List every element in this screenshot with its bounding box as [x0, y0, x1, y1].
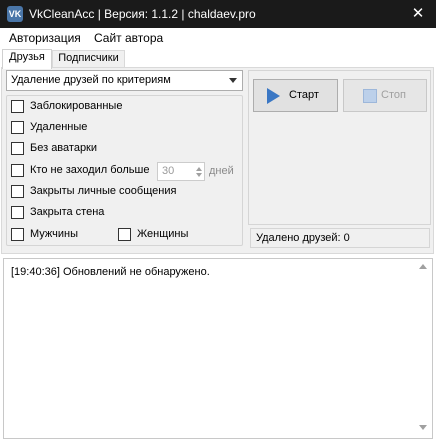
deleted-count-text: Удалено друзей: 0 — [256, 232, 350, 244]
days-unit-label: дней — [209, 165, 234, 177]
start-button-label: Старт — [289, 89, 319, 101]
checkbox-box[interactable] — [118, 228, 131, 241]
stop-button[interactable]: Стоп — [343, 79, 427, 112]
checkbox-box[interactable] — [11, 142, 24, 155]
tab-subscribers[interactable]: Подписчики — [52, 50, 125, 68]
log-textarea[interactable]: [19:40:36] Обновлений не обнаружено. — [3, 258, 433, 439]
checkbox-label: Кто не заходил больше — [30, 164, 150, 176]
close-button[interactable]: ✕ — [400, 0, 436, 28]
checkbox-box[interactable] — [11, 185, 24, 198]
checkbox-box[interactable] — [11, 206, 24, 219]
vk-logo-icon: VK — [7, 6, 23, 22]
menu-item-author-site[interactable]: Сайт автора — [94, 31, 163, 45]
checkbox-label: Закрыта стена — [30, 206, 105, 218]
spin-down-icon[interactable] — [196, 173, 202, 177]
menu-item-authorization[interactable]: Авторизация — [9, 31, 81, 45]
start-button[interactable]: Старт — [253, 79, 338, 112]
checkbox-box[interactable] — [11, 164, 24, 177]
inactive-days-value: 30 — [162, 165, 175, 177]
stop-button-label: Стоп — [381, 89, 406, 101]
inactive-days-stepper[interactable]: 30 — [157, 162, 205, 181]
tab-friends[interactable]: Друзья — [2, 49, 52, 69]
title-bar: VK VkCleanAcc | Версия: 1.1.2 | chaldaev… — [0, 0, 436, 28]
mode-select[interactable]: Удаление друзей по критериям — [6, 70, 243, 91]
checkbox-box[interactable] — [11, 228, 24, 241]
window-title: VkCleanAcc | Версия: 1.1.2 | chaldaev.pr… — [29, 7, 256, 21]
checkbox-label: Закрыты личные сообщения — [30, 185, 177, 197]
checkbox-label: Удаленные — [30, 121, 88, 133]
chevron-down-icon — [229, 78, 237, 83]
scroll-up-icon[interactable] — [419, 264, 427, 269]
stop-icon — [363, 89, 377, 103]
spin-up-icon[interactable] — [196, 167, 202, 171]
checkbox-label: Заблокированные — [30, 100, 123, 112]
scroll-down-icon[interactable] — [419, 425, 427, 430]
checkbox-box[interactable] — [11, 121, 24, 134]
checkbox-box[interactable] — [11, 100, 24, 113]
deleted-count-status: Удалено друзей: 0 — [250, 228, 430, 248]
menu-bar: Авторизация Сайт автора — [0, 28, 436, 48]
checkbox-label: Мужчины — [30, 228, 79, 240]
log-line: [19:40:36] Обновлений не обнаружено. — [11, 266, 210, 278]
checkbox-label: Без аватарки — [30, 142, 98, 154]
checkbox-label: Женщины — [137, 228, 189, 240]
play-icon — [267, 88, 280, 104]
mode-select-value: Удаление друзей по критериям — [11, 74, 171, 86]
